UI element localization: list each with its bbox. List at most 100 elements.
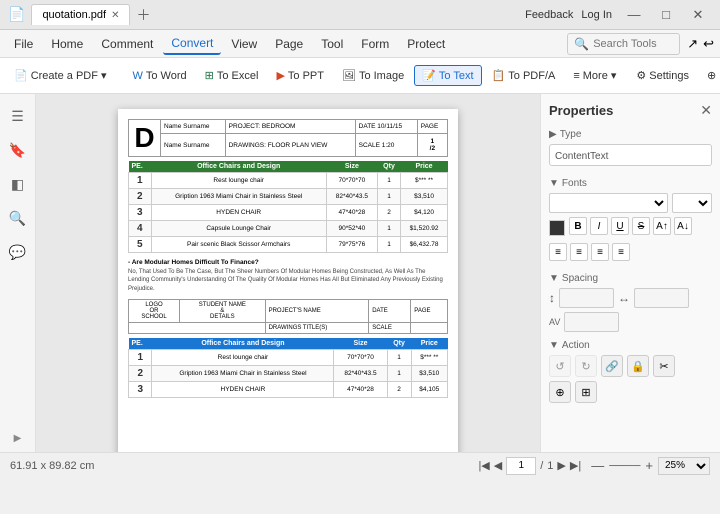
pdf-drawings-label: DRAWINGS: FLOOR PLAN VIEW [225,134,355,157]
action-btn-6[interactable]: ⊕ [549,381,571,403]
font-size-select[interactable] [672,193,712,213]
zoom-in-btn[interactable]: + [645,458,653,473]
maximize-btn[interactable]: □ [652,1,680,29]
external-link-icon[interactable]: ↗ [687,36,698,52]
page-separator: / [540,460,543,472]
content-area[interactable]: D Name Surname PROJECT: BEDROOM DATE 10/… [36,94,540,452]
create-pdf-dropdown-icon[interactable]: ▾ [101,69,107,82]
char-spacing-input[interactable] [634,288,689,308]
pdf-name-surname-1: Name Surname [161,120,226,134]
feedback-link[interactable]: Feedback [525,9,573,21]
bookmark-icon[interactable]: 🔖 [4,136,32,164]
pdf2-drawings: DRAWINGS TITLE(S) [265,323,369,334]
table2-header-title: Office Chairs and Design [152,338,334,350]
create-pdf-btn[interactable]: 📄 Create a PDF ▾ [6,65,114,86]
menu-protect[interactable]: Protect [399,34,453,54]
settings-btn[interactable]: ⚙ Settings [628,65,697,86]
more-dropdown-icon[interactable]: ▾ [611,69,617,82]
tab-close-btn[interactable]: ✕ [111,10,119,21]
action-btn-4[interactable]: 🔒 [627,355,649,377]
expand-arrow[interactable]: ▶ [14,433,22,444]
zoom-controls: — ──── + 25% 50% 75% 100% [591,457,710,475]
align-right-btn[interactable]: ≡ [591,243,609,261]
pdf2-empty [129,323,266,334]
close-btn[interactable]: ✕ [684,1,712,29]
strikethrough-btn[interactable]: S [632,217,650,235]
prop-action-label: ▼ Action [549,340,712,351]
superscript-btn[interactable]: A↑ [653,217,671,235]
menu-page[interactable]: Page [267,34,311,54]
to-word-btn[interactable]: W To Word [124,66,194,86]
current-page-input[interactable] [506,457,536,475]
line-spacing-input[interactable] [559,288,614,308]
to-ppt-icon: ▶ [276,69,284,82]
menu-convert[interactable]: Convert [163,33,221,55]
menu-home[interactable]: Home [43,34,91,54]
word-spacing-input[interactable] [564,312,619,332]
spacing-arrow-icon: ▼ [549,273,559,284]
batch-pro-btn[interactable]: ⊕ Batch Pro [699,65,720,86]
zoom-select[interactable]: 25% 50% 75% 100% [658,457,710,475]
action-btn-3[interactable]: 🔗 [601,355,623,377]
menu-form[interactable]: Form [353,34,397,54]
first-page-btn[interactable]: |◀ [478,459,489,472]
row2-qty: 2 [387,382,411,398]
action-btn-7[interactable]: ⊞ [575,381,597,403]
pdf-date-label: DATE 10/11/15 [355,120,417,134]
to-word-icon: W [132,70,142,82]
action-btn-5[interactable]: ✂ [653,355,675,377]
next-page-btn[interactable]: ▶ [557,459,565,472]
to-image-btn[interactable]: 🖼 To Image [334,65,412,86]
subscript-btn[interactable]: A↓ [674,217,692,235]
back-icon[interactable]: ↩ [703,36,714,52]
search-input[interactable] [593,38,673,50]
font-color-box[interactable] [549,220,565,236]
last-page-btn[interactable]: ▶| [570,459,581,472]
pdf2-page2 [411,323,448,334]
align-left-btn[interactable]: ≡ [549,243,567,261]
title-right: Feedback Log In — □ ✕ [525,1,712,29]
app-icon: 📄 [8,6,25,23]
tab-item[interactable]: quotation.pdf ✕ [31,4,130,25]
prev-page-btn[interactable]: ◀ [494,459,502,472]
row2-name: Gription 1963 Miami Chair in Stainless S… [152,366,334,382]
align-center-btn[interactable]: ≡ [570,243,588,261]
zoom-out-btn[interactable]: — [591,458,604,473]
menu-tool[interactable]: Tool [313,34,351,54]
search-panel-icon[interactable]: 🔍 [4,204,32,232]
font-family-select[interactable] [549,193,668,213]
table2-col-price: Price [411,338,448,350]
to-text-btn[interactable]: 📝 To Text [414,65,481,86]
properties-close-btn[interactable]: ✕ [700,102,712,119]
total-pages: 1 [547,460,553,472]
pdf-project-label: PROJECT: BEDROOM [225,120,355,134]
to-excel-btn[interactable]: ⊞ To Excel [197,65,267,86]
more-btn[interactable]: ≡ More ▾ [565,65,624,86]
action-row-2: ⊕ ⊞ [549,381,712,403]
table-col-qty: Qty [377,161,400,173]
right-panel: Properties ✕ ▶ Type ContentText ▼ Fonts [540,94,720,452]
login-link[interactable]: Log In [581,9,612,21]
align-justify-btn[interactable]: ≡ [612,243,630,261]
layers-icon[interactable]: ◧ [4,170,32,198]
underline-btn[interactable]: U [611,217,629,235]
new-tab-btn[interactable]: ＋ [136,5,150,25]
zoom-slider[interactable]: ──── [609,460,640,472]
row2-num: 1 [129,350,152,366]
minimize-btn[interactable]: — [620,1,648,29]
to-pdfa-btn[interactable]: 📋 To PDF/A [484,65,564,86]
char-spacing-icon: ↔ [618,291,630,305]
table-row: 3 HYDEN CHAIR 47*40*28 2 $4,120 [129,205,448,221]
menu-file[interactable]: File [6,34,41,54]
row-size: 90*52*40 [326,221,377,237]
table2-col-qty: Qty [387,338,411,350]
to-ppt-btn[interactable]: ▶ To PPT [268,65,332,86]
menu-view[interactable]: View [223,34,265,54]
search-bar[interactable]: 🔍 [567,33,680,55]
italic-btn[interactable]: I [590,217,608,235]
menu-comment[interactable]: Comment [93,34,161,54]
to-image-icon: 🖼 [342,69,356,82]
comment-panel-icon[interactable]: 💬 [4,238,32,266]
bold-btn[interactable]: B [569,217,587,235]
left-nav-icon[interactable]: ☰ [4,102,32,130]
